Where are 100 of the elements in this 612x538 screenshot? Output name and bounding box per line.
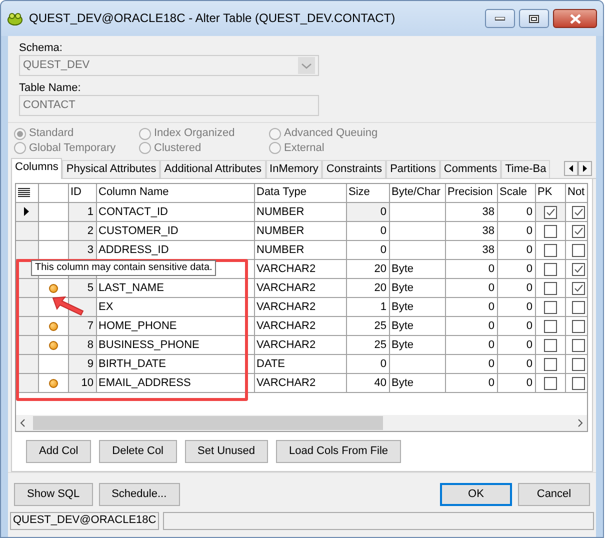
tab[interactable]: InMemory bbox=[266, 160, 322, 178]
annotation-arrow bbox=[52, 296, 84, 316]
tab[interactable]: Comments bbox=[440, 160, 502, 178]
not-null-checkbox[interactable] bbox=[572, 244, 585, 257]
row-id: 1 bbox=[87, 206, 94, 218]
table-cell: DATE bbox=[256, 358, 286, 370]
not-null-checkbox[interactable] bbox=[572, 358, 585, 371]
radio-option[interactable]: External bbox=[269, 142, 449, 155]
right-arrow-icon bbox=[583, 164, 587, 172]
not-null-checkbox[interactable] bbox=[572, 376, 585, 390]
tab[interactable]: Additional Attributes bbox=[160, 160, 266, 178]
grid-action-button[interactable]: Delete Col bbox=[99, 440, 176, 463]
tab[interactable]: Columns bbox=[11, 158, 62, 179]
row-id: 9 bbox=[87, 358, 94, 370]
table-cell: 0 bbox=[526, 358, 532, 370]
left-arrow-icon bbox=[569, 164, 573, 172]
maximize-icon bbox=[529, 14, 539, 22]
row-id: 7 bbox=[87, 320, 94, 332]
table-cell: Byte bbox=[392, 338, 414, 351]
table-cell: Byte bbox=[392, 376, 414, 389]
table-cell: 25 bbox=[374, 320, 386, 332]
close-button[interactable] bbox=[553, 9, 597, 28]
table-cell: 0 bbox=[526, 282, 532, 294]
tab[interactable]: Physical Attributes bbox=[62, 160, 160, 178]
horizontal-scrollbar[interactable] bbox=[16, 414, 587, 431]
tooltip: This column may contain sensitive data. bbox=[31, 260, 216, 276]
grid-action-button[interactable]: Set Unused bbox=[184, 440, 268, 463]
table-cell: 0 bbox=[488, 320, 494, 332]
column-header[interactable]: Column Name bbox=[96, 184, 254, 203]
dialog-button[interactable]: Schedule... bbox=[98, 482, 180, 506]
pk-checkbox[interactable] bbox=[544, 282, 556, 295]
not-null-checkbox[interactable] bbox=[572, 224, 585, 238]
maximize-button[interactable] bbox=[519, 9, 549, 28]
table-cell: 20 bbox=[374, 262, 386, 275]
table-cell: 38 bbox=[482, 206, 494, 218]
table-cell: VARCHAR2 bbox=[256, 320, 316, 332]
table-cell: 0 bbox=[488, 282, 494, 294]
table-cell: Byte bbox=[392, 300, 414, 313]
pk-checkbox[interactable] bbox=[544, 244, 556, 257]
column-header[interactable]: Byte/Char bbox=[389, 184, 445, 203]
pk-checkbox[interactable] bbox=[544, 224, 556, 238]
not-null-checkbox[interactable] bbox=[572, 338, 585, 352]
pk-checkbox[interactable] bbox=[544, 338, 556, 352]
radio-option[interactable]: Advanced Queuing bbox=[269, 127, 449, 141]
radio-option[interactable]: Global Temporary bbox=[14, 142, 139, 155]
pk-checkbox[interactable] bbox=[544, 206, 556, 219]
table-cell: 0 bbox=[488, 338, 494, 351]
table-name-label: Table Name: bbox=[18, 82, 82, 96]
dialog-button[interactable]: Show SQL bbox=[14, 482, 93, 506]
table-cell: 0 bbox=[488, 262, 494, 275]
frog-icon bbox=[7, 12, 23, 26]
dialog-button[interactable]: Cancel bbox=[518, 482, 590, 506]
table-cell: 25 bbox=[374, 338, 386, 351]
table-cell: 1 bbox=[380, 300, 386, 313]
table-cell: 0 bbox=[526, 262, 532, 275]
pk-checkbox[interactable] bbox=[544, 376, 556, 390]
radio-option[interactable]: Clustered bbox=[139, 142, 269, 155]
radio-option[interactable]: Index Organized bbox=[139, 127, 269, 141]
grid-action-button[interactable]: Load Cols From File bbox=[276, 440, 402, 463]
column-header[interactable]: Precision bbox=[445, 184, 497, 203]
table-cell: 0 bbox=[526, 244, 532, 256]
table-cell: 0 bbox=[380, 224, 386, 237]
table-cell: NUMBER bbox=[256, 206, 304, 218]
column-name[interactable]: EX bbox=[98, 300, 114, 313]
table-cell: Byte bbox=[392, 262, 414, 275]
pk-checkbox[interactable] bbox=[544, 320, 556, 333]
table-cell: 0 bbox=[526, 300, 532, 313]
radio-option[interactable]: Standard bbox=[14, 127, 139, 141]
pk-checkbox[interactable] bbox=[544, 300, 556, 314]
tab[interactable]: Partitions bbox=[386, 160, 440, 178]
table-cell: VARCHAR2 bbox=[256, 282, 316, 294]
minimize-button[interactable] bbox=[485, 9, 515, 28]
not-null-checkbox[interactable] bbox=[572, 282, 585, 295]
pk-checkbox[interactable] bbox=[544, 262, 556, 276]
tab[interactable]: Constraints bbox=[322, 160, 386, 178]
column-header[interactable]: Data Type bbox=[254, 184, 346, 203]
not-null-checkbox[interactable] bbox=[572, 320, 585, 333]
minimize-icon bbox=[495, 16, 505, 20]
table-cell: 0 bbox=[488, 300, 494, 313]
table-cell: VARCHAR2 bbox=[256, 376, 316, 389]
scroll-left-button[interactable] bbox=[564, 160, 578, 176]
close-icon bbox=[570, 14, 580, 24]
grid-action-button[interactable]: Add Col bbox=[26, 440, 92, 463]
not-null-checkbox[interactable] bbox=[572, 300, 585, 314]
tab[interactable]: Time-Ba bbox=[501, 160, 550, 178]
row-id: 10 bbox=[81, 376, 94, 389]
row-id: 2 bbox=[87, 224, 94, 237]
schema-label: Schema: bbox=[18, 42, 64, 56]
table-cell: 38 bbox=[482, 224, 494, 237]
scroll-right-button[interactable] bbox=[578, 160, 592, 176]
not-null-checkbox[interactable] bbox=[572, 206, 585, 219]
table-cell: 0 bbox=[380, 358, 386, 370]
grid-menu-icon[interactable] bbox=[18, 188, 30, 197]
table-cell: 0 bbox=[488, 376, 494, 389]
column-header[interactable]: Scale bbox=[497, 184, 535, 203]
row-id: 5 bbox=[87, 282, 94, 294]
table-cell: 0 bbox=[526, 376, 532, 389]
not-null-checkbox[interactable] bbox=[572, 262, 585, 276]
dialog-button[interactable]: OK bbox=[440, 482, 512, 506]
pk-checkbox[interactable] bbox=[544, 358, 556, 371]
